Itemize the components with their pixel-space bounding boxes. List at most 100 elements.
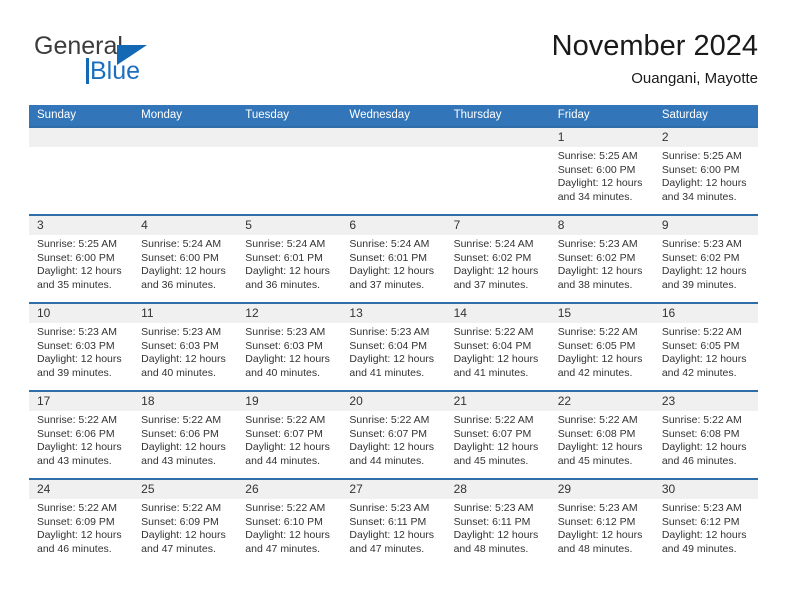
daylight-text-line2: and 44 minutes. xyxy=(349,454,425,467)
daylight-text-line1: Daylight: 12 hours xyxy=(37,441,122,453)
calendar-day-cell[interactable]: 24 Sunrise: 5:22 AM Sunset: 6:09 PM Dayligh… xyxy=(29,480,134,566)
sunrise-text: Sunrise: 5:22 AM xyxy=(245,414,326,426)
day-details: Sunrise: 5:25 AM Sunset: 6:00 PM Daylight:… xyxy=(550,147,654,204)
sunset-text: Sunset: 6:08 PM xyxy=(557,427,636,440)
daylight-text-line2: and 47 minutes. xyxy=(141,542,216,555)
calendar-day-cell[interactable]: 26 Sunrise: 5:22 AM Sunset: 6:10 PM Dayligh… xyxy=(237,480,342,566)
calendar-day-cell[interactable]: 12 Sunrise: 5:23 AM Sunset: 6:03 PM Dayligh… xyxy=(237,304,342,390)
day-details: Sunrise: 5:22 AM Sunset: 6:07 PM Daylight:… xyxy=(237,411,341,468)
calendar-day-cell[interactable]: 27 Sunrise: 5:23 AM Sunset: 6:11 PM Dayligh… xyxy=(341,480,446,566)
sunset-text: Sunset: 6:07 PM xyxy=(453,427,532,440)
sunrise-text: Sunrise: 5:23 AM xyxy=(661,502,742,514)
daylight-text-line1: Daylight: 12 hours xyxy=(245,441,330,453)
daylight-text-line2: and 37 minutes. xyxy=(349,278,425,291)
calendar-day-cell[interactable]: 25 Sunrise: 5:22 AM Sunset: 6:09 PM Dayligh… xyxy=(133,480,238,566)
calendar-day-cell[interactable]: 20 Sunrise: 5:22 AM Sunset: 6:07 PM Dayligh… xyxy=(341,392,446,478)
general-blue-logo[interactable]: General Blue xyxy=(34,32,234,90)
day-details: Sunrise: 5:23 AM Sunset: 6:03 PM Daylight:… xyxy=(237,323,341,380)
daylight-text-line2: and 43 minutes. xyxy=(37,454,112,467)
day-number: 22 xyxy=(557,394,572,408)
day-number-strip: 15 xyxy=(549,304,654,323)
day-number-strip: 29 xyxy=(549,480,654,499)
logo-accent-bar-icon xyxy=(86,58,89,84)
calendar-day-cell[interactable]: 9 Sunrise: 5:23 AM Sunset: 6:02 PM Daylight… xyxy=(653,216,758,302)
calendar-day-cell[interactable]: 19 Sunrise: 5:22 AM Sunset: 6:07 PM Dayligh… xyxy=(237,392,342,478)
day-number: 4 xyxy=(141,218,148,232)
day-number: 5 xyxy=(245,218,252,232)
title-block: November 2024 Ouangani, Mayotte xyxy=(552,28,758,90)
sunrise-text: Sunrise: 5:22 AM xyxy=(37,502,117,514)
sunset-text: Sunset: 6:01 PM xyxy=(349,251,428,264)
weekday-header-friday: Friday xyxy=(557,109,590,121)
day-number-strip: 25 xyxy=(133,480,238,499)
calendar-day-cell[interactable]: 21 Sunrise: 5:22 AM Sunset: 6:07 PM Dayligh… xyxy=(445,392,550,478)
day-number-strip: 26 xyxy=(237,480,342,499)
weekday-header-saturday: Saturday xyxy=(661,109,708,121)
calendar-day-cell[interactable]: 11 Sunrise: 5:23 AM Sunset: 6:03 PM Dayligh… xyxy=(133,304,238,390)
day-details: Sunrise: 5:24 AM Sunset: 6:01 PM Daylight:… xyxy=(341,235,445,292)
calendar-day-cell[interactable]: 23 Sunrise: 5:22 AM Sunset: 6:08 PM Dayligh… xyxy=(653,392,758,478)
calendar-day-empty xyxy=(133,128,238,214)
calendar-day-cell[interactable]: 17 Sunrise: 5:22 AM Sunset: 6:06 PM Dayligh… xyxy=(29,392,134,478)
calendar-day-cell[interactable]: 28 Sunrise: 5:23 AM Sunset: 6:11 PM Dayligh… xyxy=(445,480,550,566)
daylight-text-line2: and 43 minutes. xyxy=(141,454,216,467)
day-number-strip: 14 xyxy=(445,304,550,323)
calendar-day-cell[interactable]: 1 Sunrise: 5:25 AM Sunset: 6:00 PM Daylight… xyxy=(549,128,654,214)
daylight-text-line2: and 40 minutes. xyxy=(141,366,216,379)
calendar-day-cell[interactable]: 3 Sunrise: 5:25 AM Sunset: 6:00 PM Daylight… xyxy=(29,216,134,302)
day-details: Sunrise: 5:25 AM Sunset: 6:00 PM Daylight:… xyxy=(654,147,758,204)
day-number-strip: 7 xyxy=(445,216,550,235)
calendar-day-cell[interactable]: 14 Sunrise: 5:22 AM Sunset: 6:04 PM Dayligh… xyxy=(445,304,550,390)
logo-text-blue: Blue xyxy=(90,57,141,85)
sunset-text: Sunset: 6:00 PM xyxy=(37,251,115,264)
daylight-text-line2: and 49 minutes. xyxy=(661,542,737,555)
calendar-day-cell[interactable]: 15 Sunrise: 5:22 AM Sunset: 6:05 PM Dayligh… xyxy=(549,304,654,390)
daylight-text-line1: Daylight: 12 hours xyxy=(349,441,435,453)
daylight-text-line2: and 42 minutes. xyxy=(557,366,633,379)
calendar-day-cell[interactable]: 13 Sunrise: 5:23 AM Sunset: 6:04 PM Dayligh… xyxy=(341,304,446,390)
sunset-text: Sunset: 6:00 PM xyxy=(661,163,740,176)
sunset-text: Sunset: 6:00 PM xyxy=(141,251,219,264)
calendar-day-cell[interactable]: 4 Sunrise: 5:24 AM Sunset: 6:00 PM Daylight… xyxy=(133,216,238,302)
day-number-strip: 1 xyxy=(549,128,654,147)
day-number-strip: 11 xyxy=(133,304,238,323)
calendar-day-cell[interactable]: 6 Sunrise: 5:24 AM Sunset: 6:01 PM Daylight… xyxy=(341,216,446,302)
day-number: 12 xyxy=(245,306,259,320)
daylight-text-line1: Daylight: 12 hours xyxy=(557,529,643,541)
day-number: 10 xyxy=(37,306,51,320)
day-number: 3 xyxy=(37,218,44,232)
day-number-strip: 5 xyxy=(237,216,342,235)
day-number-strip: 4 xyxy=(133,216,238,235)
weekday-header-thursday: Thursday xyxy=(453,109,502,121)
calendar-day-cell[interactable]: 8 Sunrise: 5:23 AM Sunset: 6:02 PM Daylight… xyxy=(549,216,654,302)
sunrise-text: Sunrise: 5:22 AM xyxy=(661,326,742,338)
day-number-strip: 18 xyxy=(133,392,238,411)
calendar-day-cell[interactable]: 7 Sunrise: 5:24 AM Sunset: 6:02 PM Daylight… xyxy=(445,216,550,302)
calendar-day-cell[interactable]: 16 Sunrise: 5:22 AM Sunset: 6:05 PM Dayligh… xyxy=(653,304,758,390)
sunrise-text: Sunrise: 5:24 AM xyxy=(349,238,430,250)
daylight-text-line1: Daylight: 12 hours xyxy=(349,353,435,365)
sunrise-text: Sunrise: 5:23 AM xyxy=(661,238,742,250)
day-details: Sunrise: 5:23 AM Sunset: 6:03 PM Daylight:… xyxy=(133,323,237,380)
daylight-text-line2: and 36 minutes. xyxy=(141,278,216,291)
daylight-text-line2: and 47 minutes. xyxy=(245,542,320,555)
calendar-day-cell[interactable]: 2 Sunrise: 5:25 AM Sunset: 6:00 PM Daylight… xyxy=(653,128,758,214)
calendar-day-cell[interactable]: 30 Sunrise: 5:23 AM Sunset: 6:12 PM Dayligh… xyxy=(653,480,758,566)
day-details: Sunrise: 5:22 AM Sunset: 6:07 PM Daylight:… xyxy=(341,411,445,468)
day-details: Sunrise: 5:22 AM Sunset: 6:07 PM Daylight:… xyxy=(446,411,550,468)
daylight-text-line1: Daylight: 12 hours xyxy=(661,177,747,189)
calendar-day-cell[interactable]: 18 Sunrise: 5:22 AM Sunset: 6:06 PM Dayligh… xyxy=(133,392,238,478)
calendar-day-cell[interactable]: 5 Sunrise: 5:24 AM Sunset: 6:01 PM Daylight… xyxy=(237,216,342,302)
calendar-day-cell[interactable]: 29 Sunrise: 5:23 AM Sunset: 6:12 PM Dayligh… xyxy=(549,480,654,566)
calendar-day-empty xyxy=(29,128,134,214)
day-number: 15 xyxy=(557,306,572,320)
daylight-text-line1: Daylight: 12 hours xyxy=(661,265,747,277)
calendar-day-cell[interactable]: 10 Sunrise: 5:23 AM Sunset: 6:03 PM Dayligh… xyxy=(29,304,134,390)
day-number: 30 xyxy=(661,482,676,496)
day-number: 1 xyxy=(557,130,565,144)
daylight-text-line1: Daylight: 12 hours xyxy=(141,529,226,541)
calendar-day-cell[interactable]: 22 Sunrise: 5:22 AM Sunset: 6:08 PM Dayligh… xyxy=(549,392,654,478)
sunrise-text: Sunrise: 5:24 AM xyxy=(245,238,326,250)
day-number-strip: 3 xyxy=(29,216,134,235)
calendar-week-row: 24 Sunrise: 5:22 AM Sunset: 6:09 PM Dayligh… xyxy=(29,478,758,566)
